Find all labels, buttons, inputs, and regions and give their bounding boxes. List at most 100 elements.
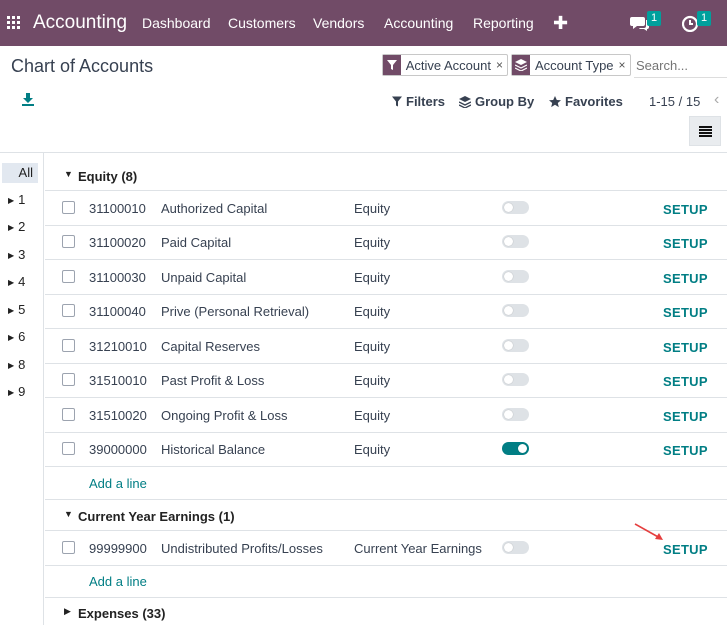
search-panel-item[interactable]: ▶ 1 [8,192,25,207]
layers-icon [512,55,530,75]
facet-label: Account Type [535,57,614,73]
table-row[interactable]: 31100040 Prive (Personal Retrieval) Equi… [45,294,727,329]
search-panel-item[interactable]: ▶ 5 [8,302,25,317]
groupby-label: Group By [475,94,535,109]
pager-value[interactable]: 1-15 / 15 [649,94,700,109]
caret-right-icon: ▶ [8,333,15,342]
setup-button[interactable]: SETUP [663,542,708,557]
account-type: Equity [354,442,391,457]
search-panel: All ▶ 1 ▶ 2 ▶ 3 ▶ 4 ▶ 5 ▶ 6 ▶ 8 ▶ 9 [0,153,44,625]
add-line-button[interactable]: Add a line [89,574,147,589]
account-name: Undistributed Profits/Losses [161,541,323,556]
row-checkbox[interactable] [62,373,75,386]
filters-button[interactable]: Filters [392,94,445,109]
reconcile-toggle[interactable] [502,339,529,352]
reconcile-toggle[interactable] [502,201,529,214]
menu-dashboard[interactable]: Dashboard [142,15,211,31]
menu-customers[interactable]: Customers [228,15,296,31]
search-panel-item[interactable]: ▶ 4 [8,274,25,289]
caret-right-icon: ▶ [8,196,15,205]
favorites-button[interactable]: Favorites [549,94,623,109]
table-row[interactable]: 31100020 Paid Capital Equity SETUP [45,225,727,260]
row-checkbox[interactable] [62,339,75,352]
table-row[interactable]: 31510010 Past Profit & Loss Equity SETUP [45,363,727,398]
group-row-equity[interactable]: ▼ Equity (8) [45,160,727,191]
row-checkbox[interactable] [62,304,75,317]
account-type: Current Year Earnings [354,541,482,556]
table-row[interactable]: 31100030 Unpaid Capital Equity SETUP [45,260,727,295]
close-icon[interactable]: × [619,58,630,72]
group-row-current-year-earnings[interactable]: ▼ Current Year Earnings (1) [45,500,727,531]
table-row[interactable]: 31510020 Ongoing Profit & Loss Equity SE… [45,398,727,433]
setup-button[interactable]: SETUP [663,409,708,424]
top-navbar: Accounting Dashboard Customers Vendors A… [0,0,727,46]
setup-button[interactable]: SETUP [663,443,708,458]
search-input[interactable] [636,55,727,75]
account-code: 31510010 [89,373,147,388]
setup-button[interactable]: SETUP [663,202,708,217]
account-code: 31100020 [89,235,146,250]
reconcile-toggle[interactable] [502,304,529,317]
account-code: 31100010 [89,201,146,216]
plus-icon[interactable]: ✚ [553,13,568,34]
caret-right-icon: ▶ [8,251,15,260]
download-icon[interactable] [21,93,35,107]
row-checkbox[interactable] [62,201,75,214]
row-checkbox[interactable] [62,408,75,421]
reconcile-toggle[interactable] [502,235,529,248]
list-view-button[interactable] [689,116,721,146]
caret-right-icon: ▶ [64,606,71,616]
reconcile-toggle[interactable] [502,270,529,283]
messages-badge: 1 [647,11,661,26]
apps-icon[interactable] [7,16,20,29]
activities-badge: 1 [697,11,711,26]
table-row[interactable]: 31210010 Capital Reserves Equity SETUP [45,329,727,364]
row-checkbox[interactable] [62,270,75,283]
add-line-button[interactable]: Add a line [89,476,147,491]
table-row[interactable]: 99999900 Undistributed Profits/Losses Cu… [45,531,727,566]
favorites-label: Favorites [565,94,623,109]
search-panel-item[interactable]: ▶ 9 [8,384,25,399]
setup-button[interactable]: SETUP [663,305,708,320]
search-panel-item[interactable]: ▶ 6 [8,329,25,344]
groupby-button[interactable]: Group By [459,94,534,109]
reconcile-toggle[interactable] [502,541,529,554]
account-code: 31210010 [89,339,147,354]
close-icon[interactable]: × [496,58,507,72]
account-type: Equity [354,304,391,319]
setup-button[interactable]: SETUP [663,236,708,251]
search-panel-item[interactable]: ▶ 8 [8,357,25,372]
menu-accounting[interactable]: Accounting [384,15,453,31]
account-name: Unpaid Capital [161,270,247,285]
table-row[interactable]: 39000000 Historical Balance Equity SETUP [45,432,727,467]
list-icon [698,125,712,137]
table-row[interactable]: 31100010 Authorized Capital Equity SETUP [45,191,727,226]
group-row-expenses[interactable]: ▶ Expenses (33) [45,597,727,628]
search-panel-item[interactable]: ▶ 3 [8,247,25,262]
add-line-row: Add a line [45,467,727,500]
search-panel-all[interactable]: All [2,163,38,183]
group-label: Current Year Earnings (1) [78,509,235,524]
caret-down-icon: ▼ [64,169,73,179]
row-checkbox[interactable] [62,541,75,554]
annotation-arrow-icon [634,523,663,540]
caret-right-icon: ▶ [8,388,15,397]
setup-button[interactable]: SETUP [663,271,708,286]
account-code: 39000000 [89,442,147,457]
chevron-left-icon[interactable]: ‹ [714,91,719,109]
setup-button[interactable]: SETUP [663,340,708,355]
reconcile-toggle[interactable] [502,373,529,386]
row-checkbox[interactable] [62,442,75,455]
menu-reporting[interactable]: Reporting [473,15,534,31]
account-name: Capital Reserves [161,339,260,354]
account-code: 31100040 [89,304,146,319]
app-brand[interactable]: Accounting [33,12,127,34]
setup-button[interactable]: SETUP [663,374,708,389]
star-icon [549,95,561,107]
search-panel-item[interactable]: ▶ 2 [8,219,25,234]
reconcile-toggle[interactable] [502,408,529,421]
menu-vendors[interactable]: Vendors [313,15,364,31]
row-checkbox[interactable] [62,235,75,248]
page-title: Chart of Accounts [11,56,154,76]
reconcile-toggle[interactable] [502,442,529,455]
